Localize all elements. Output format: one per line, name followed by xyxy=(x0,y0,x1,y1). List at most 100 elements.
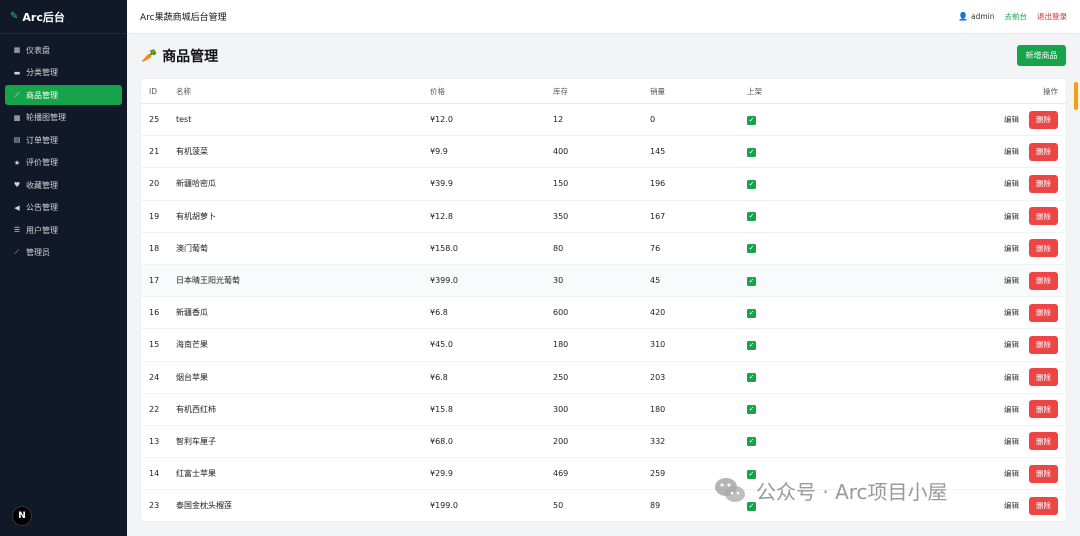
folder-icon: ▬ xyxy=(13,68,21,77)
edit-button[interactable]: 编辑 xyxy=(1004,404,1019,415)
cell-id: 22 xyxy=(149,404,160,414)
sidebar-item-2[interactable]: ⟋ 商品管理 xyxy=(5,85,122,105)
cell-price: ¥12.0 xyxy=(430,115,453,125)
cell-sales: 196 xyxy=(650,179,666,189)
on-shelf-checkbox[interactable]: ✓ xyxy=(747,308,756,318)
cell-sales: 89 xyxy=(650,501,661,511)
row-actions: 编辑 删除 xyxy=(1004,464,1058,483)
on-shelf-checkbox[interactable]: ✓ xyxy=(747,501,756,511)
on-shelf-checkbox[interactable]: ✓ xyxy=(747,437,756,447)
row-actions: 编辑 删除 xyxy=(1004,142,1058,161)
cell-name: 有机胡萝卜 xyxy=(176,211,216,221)
cell-stock: 80 xyxy=(553,243,564,253)
edit-button[interactable]: 编辑 xyxy=(1004,178,1019,189)
cell-id: 25 xyxy=(149,115,160,125)
go-frontend-link[interactable]: 去前台 xyxy=(1005,11,1028,22)
edit-button[interactable]: 编辑 xyxy=(1004,500,1019,511)
delete-button[interactable]: 删除 xyxy=(1029,368,1058,387)
on-shelf-checkbox[interactable]: ✓ xyxy=(747,276,756,286)
delete-button[interactable]: 删除 xyxy=(1029,464,1058,483)
delete-button[interactable]: 删除 xyxy=(1029,432,1058,451)
sidebar-item-0[interactable]: ▦ 仪表盘 xyxy=(5,40,122,60)
cell-sales: 145 xyxy=(650,147,666,157)
sidebar-item-5[interactable]: ★ 评价管理 xyxy=(5,153,122,173)
cell-price: ¥45.0 xyxy=(430,340,453,350)
delete-button[interactable]: 删除 xyxy=(1029,207,1058,226)
heart-icon: ♥ xyxy=(13,181,21,189)
carrot-icon: ⟋ xyxy=(14,90,20,99)
cell-sales: 180 xyxy=(650,404,666,414)
delete-button[interactable]: 删除 xyxy=(1029,271,1058,290)
edit-button[interactable]: 编辑 xyxy=(1004,372,1019,383)
username: admin xyxy=(971,12,995,21)
brand-logo[interactable]: ✎ Arc后台 xyxy=(0,0,127,34)
delete-button[interactable]: 删除 xyxy=(1029,335,1058,354)
sidebar-item-label: 商品管理 xyxy=(26,90,58,100)
edit-button[interactable]: 编辑 xyxy=(1004,146,1019,157)
app-title: Arc果蔬商城后台管理 xyxy=(140,13,227,23)
page-title-text: 商品管理 xyxy=(162,49,219,65)
add-product-button[interactable]: 新增商品 xyxy=(1017,45,1066,66)
sidebar-item-8[interactable]: ☰ 用户管理 xyxy=(5,220,122,240)
product-table: ID 名称 价格 库存 销量 上架 操作 25 test ¥12.0 12 0 ✓ 编辑 删除… xyxy=(141,79,1066,521)
edit-button[interactable]: 编辑 xyxy=(1004,339,1019,350)
sidebar-item-6[interactable]: ♥ 收藏管理 xyxy=(5,175,122,195)
on-shelf-checkbox[interactable]: ✓ xyxy=(747,469,756,479)
sidebar-item-1[interactable]: ▬ 分类管理 xyxy=(5,63,122,83)
sidebar-item-4[interactable]: ▤ 订单管理 xyxy=(5,130,122,150)
edit-button[interactable]: 编辑 xyxy=(1004,211,1019,222)
cell-id: 14 xyxy=(149,469,160,479)
cell-on-shelf: ✓ xyxy=(747,147,756,157)
on-shelf-checkbox[interactable]: ✓ xyxy=(747,244,756,254)
on-shelf-checkbox[interactable]: ✓ xyxy=(747,405,756,415)
edit-button[interactable]: 编辑 xyxy=(1004,436,1019,447)
sidebar-item-7[interactable]: ◀ 公告管理 xyxy=(5,198,122,218)
col-on-shelf: 上架 xyxy=(747,86,762,96)
table-row: 15 海南芒果 ¥45.0 180 310 ✓ 编辑 删除 xyxy=(141,329,1066,362)
logout-link[interactable]: 退出登录 xyxy=(1037,11,1067,22)
cell-stock: 300 xyxy=(553,404,569,414)
cell-price: ¥399.0 xyxy=(430,276,458,286)
col-price: 价格 xyxy=(430,86,445,96)
cell-stock: 469 xyxy=(553,469,569,479)
cell-on-shelf: ✓ xyxy=(747,340,756,350)
on-shelf-checkbox[interactable]: ✓ xyxy=(747,373,756,383)
sidebar-item-label: 用户管理 xyxy=(26,225,58,235)
cell-name: 智利车厘子 xyxy=(176,436,216,446)
nextjs-logo-icon[interactable]: N xyxy=(12,506,32,526)
delete-button[interactable]: 删除 xyxy=(1029,400,1058,419)
edit-button[interactable]: 编辑 xyxy=(1004,468,1019,479)
edit-button[interactable]: 编辑 xyxy=(1004,307,1019,318)
delete-button[interactable]: 删除 xyxy=(1029,496,1058,515)
delete-button[interactable]: 删除 xyxy=(1029,142,1058,161)
on-shelf-checkbox[interactable]: ✓ xyxy=(747,115,756,125)
on-shelf-checkbox[interactable]: ✓ xyxy=(747,212,756,222)
on-shelf-checkbox[interactable]: ✓ xyxy=(747,340,756,350)
edit-button[interactable]: 编辑 xyxy=(1004,275,1019,286)
table-row: 23 泰国金枕头榴莲 ¥199.0 50 89 ✓ 编辑 删除 xyxy=(141,490,1066,521)
cell-stock: 200 xyxy=(553,436,569,446)
delete-button[interactable]: 删除 xyxy=(1029,239,1058,258)
row-actions: 编辑 删除 xyxy=(1004,496,1058,515)
cell-on-shelf: ✓ xyxy=(747,276,756,286)
sidebar-item-3[interactable]: ▩ 轮播图管理 xyxy=(5,108,122,128)
current-user: 👤 admin xyxy=(958,12,994,21)
sidebar-item-label: 公告管理 xyxy=(26,203,58,212)
scrollbar[interactable] xyxy=(1074,82,1078,110)
cell-name: 有机菠菜 xyxy=(176,147,208,157)
cell-on-shelf: ✓ xyxy=(747,372,756,383)
sidebar: ✎ Arc后台 ▦ 仪表盘 ▬ 分类管理 ⟋ 商品管理 ▩ 轮播图管理 ▤ 订单管理 ★ 评价管理 ♥ 收… xyxy=(0,0,127,536)
delete-button[interactable]: 删除 xyxy=(1029,303,1058,322)
on-shelf-checkbox[interactable]: ✓ xyxy=(747,147,756,157)
cell-name: 红富士苹果 xyxy=(176,469,216,479)
edit-button[interactable]: 编辑 xyxy=(1004,243,1019,254)
delete-button[interactable]: 删除 xyxy=(1029,110,1058,129)
delete-button[interactable]: 删除 xyxy=(1029,174,1058,193)
cell-name: 澳门葡萄 xyxy=(176,243,208,253)
star-icon: ★ xyxy=(13,158,21,167)
cell-stock: 180 xyxy=(553,340,569,350)
cell-sales: 203 xyxy=(650,372,666,382)
edit-button[interactable]: 编辑 xyxy=(1004,114,1019,125)
sidebar-item-9[interactable]: ⟋ 管理员 xyxy=(5,243,122,263)
on-shelf-checkbox[interactable]: ✓ xyxy=(747,179,756,189)
